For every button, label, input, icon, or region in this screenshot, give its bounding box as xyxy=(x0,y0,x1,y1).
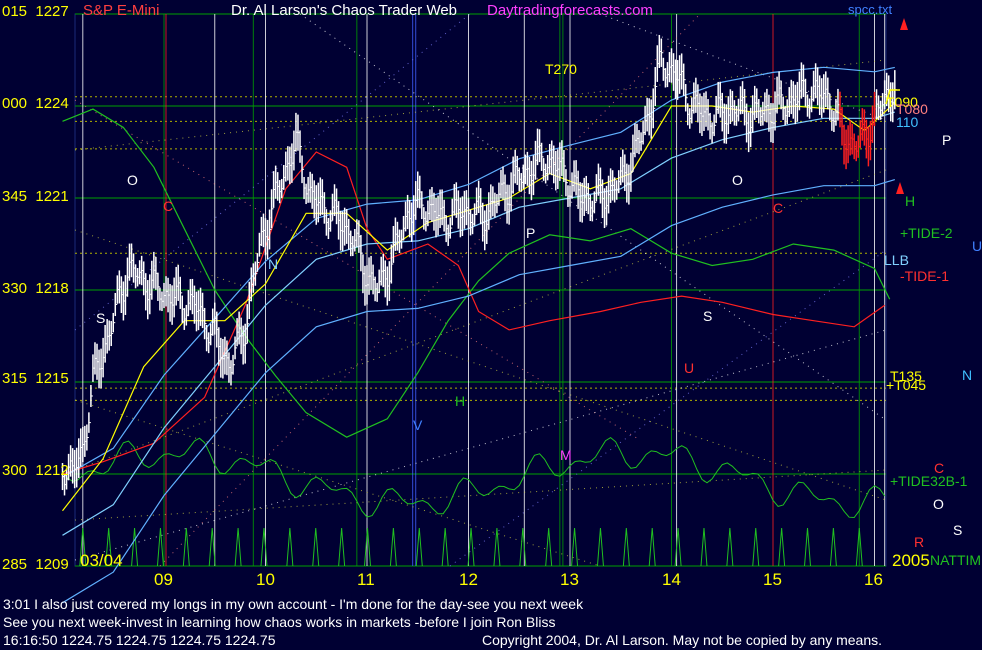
y-label-1215: 315 1215 xyxy=(2,370,69,387)
year-label: 2005 xyxy=(892,551,930,570)
label-inner-v: V xyxy=(413,417,423,433)
oscillator-line xyxy=(62,436,886,519)
cycle-spike xyxy=(312,527,320,567)
label-r: R xyxy=(914,534,925,550)
label-110: 110 xyxy=(896,114,919,130)
x-label-16: 16 xyxy=(864,570,883,589)
label-llb: LLB xyxy=(884,252,909,268)
cycle-spike xyxy=(571,527,579,567)
label-tide2: +TIDE-2 xyxy=(900,225,953,241)
cycle-spike xyxy=(182,527,190,567)
y-label-1218: 330 1218 xyxy=(2,280,69,297)
y-label-1209: 285 1209 xyxy=(2,556,69,573)
label-o: O xyxy=(933,496,944,512)
header-symbol: S&P E-Mini xyxy=(83,2,160,19)
cycle-spike xyxy=(829,527,837,567)
cycle-spike xyxy=(338,527,346,567)
y-label-1221: 345 1221 xyxy=(2,188,69,205)
label-u: U xyxy=(972,238,982,254)
chart-window: S&P E-Mini Dr. Al Larson's Chaos Trader … xyxy=(0,0,982,650)
diagonal-line-6 xyxy=(74,329,887,561)
x-label-09: 09 xyxy=(154,570,173,589)
header-title: Dr. Al Larson's Chaos Trader Web xyxy=(231,2,458,19)
cycle-spike xyxy=(596,527,604,567)
cycle-spike xyxy=(260,527,268,567)
cycle-spike xyxy=(622,527,630,567)
cycle-spike xyxy=(778,527,786,567)
label-inner-o2: O xyxy=(732,172,743,188)
y-label-1212: 300 1212 xyxy=(2,462,69,479)
date-label: 03/04 xyxy=(80,551,123,570)
label-tide1: -TIDE-1 xyxy=(900,268,949,284)
x-label-11: 11 xyxy=(357,570,375,589)
cycle-spike xyxy=(389,527,397,567)
cycle-spike xyxy=(674,527,682,567)
x-label-15: 15 xyxy=(763,570,782,589)
cycle-spike xyxy=(804,527,812,567)
diagonal-line-4 xyxy=(74,229,887,501)
cycle-spike xyxy=(648,527,656,567)
header-ticker: spcc.txt xyxy=(848,2,893,17)
diagonal-line-11 xyxy=(74,469,887,521)
label-n: N xyxy=(962,367,973,383)
cycle-spike xyxy=(415,527,423,567)
label-inner-p1: P xyxy=(526,225,536,241)
x-label-12: 12 xyxy=(459,570,478,589)
chaos-chart xyxy=(61,13,908,604)
footer-copyright: Copyright 2004, Dr. Al Larson. May not b… xyxy=(482,632,883,648)
cycle-spike xyxy=(364,527,372,567)
cycle-spike xyxy=(286,527,294,567)
cycle-spike xyxy=(726,527,734,567)
cycle-spike xyxy=(131,527,139,567)
label-nattim: NATTIM xyxy=(930,552,982,568)
label-inner-s1: S xyxy=(96,310,106,326)
diagonal-line-8 xyxy=(74,399,601,567)
header-site: Daytradingforecasts.com xyxy=(487,2,653,19)
cyan-ma-line xyxy=(62,111,895,536)
label-t270: T270 xyxy=(545,61,577,77)
x-label-10: 10 xyxy=(256,570,275,589)
footer-line1: 3:01 I also just covered my longs in my … xyxy=(3,596,584,612)
label-inner-h1: H xyxy=(455,393,466,409)
price-bars-layer xyxy=(61,34,897,496)
label-tide32: +TIDE32B-1 xyxy=(890,473,968,489)
label-inner-u1: U xyxy=(684,360,695,376)
label-p: P xyxy=(942,132,952,148)
label-t045: +T045 xyxy=(886,377,927,393)
label-inner-n1: N xyxy=(268,256,279,272)
red-arrow-marker-0 xyxy=(900,18,908,30)
y-label-1224: 000 1224 xyxy=(2,95,69,112)
cycle-spike xyxy=(156,527,164,567)
series-layer xyxy=(62,66,896,604)
cycle-spike xyxy=(752,527,760,567)
label-s: S xyxy=(953,522,963,538)
cycle-spike xyxy=(519,527,527,567)
cycle-spike xyxy=(234,527,242,567)
diagonal-line-7 xyxy=(449,249,887,567)
cycle-spike xyxy=(545,527,553,567)
footer-line2: See you next week-invest in learning how… xyxy=(3,614,556,630)
footer-status: 16:16:50 1224.75 1224.75 1224.75 1224.75 xyxy=(3,632,276,648)
cycle-spike xyxy=(441,527,449,567)
y-label-1227: 015 1227 xyxy=(2,3,69,20)
x-label-14: 14 xyxy=(662,570,681,589)
cycle-spike xyxy=(700,527,708,567)
label-h: H xyxy=(905,193,916,209)
label-inner-o1: O xyxy=(127,172,138,188)
x-label-13: 13 xyxy=(560,570,579,589)
label-inner-m: M xyxy=(560,447,572,463)
label-inner-c1: C xyxy=(163,198,174,214)
red-arrow-marker-1 xyxy=(896,182,904,194)
label-inner-c2: C xyxy=(773,200,784,216)
oscillator-layer xyxy=(62,436,886,567)
label-inner-s2: S xyxy=(703,308,713,324)
